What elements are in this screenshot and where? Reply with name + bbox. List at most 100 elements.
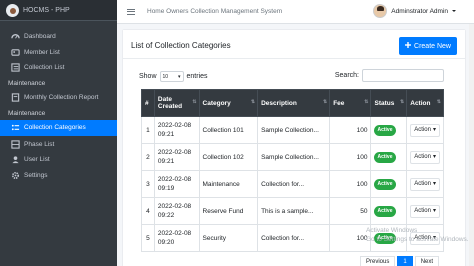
- date-created: 2022-02-08 09:21: [153, 116, 200, 144]
- app-title: Home Owners Collection Management System: [147, 8, 283, 15]
- action-cell: Action ▾: [406, 170, 444, 198]
- sidebar-nav: Dashboard Member List Collection List Ma…: [0, 21, 117, 183]
- category: Reserve Fund: [198, 197, 259, 225]
- chevron-down-icon: ▾: [432, 207, 436, 214]
- pagination-next[interactable]: Next: [414, 256, 440, 266]
- pagination-previous[interactable]: Previous: [360, 256, 396, 266]
- entries-label: entries: [186, 73, 208, 80]
- action-dropdown-button[interactable]: Action ▾: [410, 150, 440, 164]
- column-header-category[interactable]: Category ⇅: [198, 89, 259, 117]
- column-header-number[interactable]: #: [141, 89, 155, 117]
- gear-icon: [11, 171, 20, 180]
- status-cell: Active: [370, 197, 408, 225]
- sort-icon: ⇅: [400, 99, 405, 105]
- sidebar-item-label: Collection Categories: [24, 124, 86, 132]
- sidebar-item-monthly-report[interactable]: Monthly Collection Report: [0, 90, 117, 106]
- row-number: 5: [141, 224, 155, 252]
- row-number: 2: [141, 143, 155, 171]
- search-input[interactable]: [362, 69, 444, 82]
- create-new-button[interactable]: Create New: [399, 37, 457, 55]
- avatar: [373, 4, 388, 18]
- page-title: List of Collection Categories: [131, 41, 231, 50]
- create-new-label: Create New: [414, 42, 451, 50]
- sidebar-item-phase-list[interactable]: Phase List: [0, 137, 117, 153]
- status-cell: Active: [370, 116, 408, 144]
- sort-icon: ⇅: [192, 99, 197, 105]
- category: Maintenance: [198, 170, 259, 198]
- date-created: 2022-02-08 09:20: [153, 224, 200, 252]
- scrollbar[interactable]: [469, 24, 474, 266]
- sort-icon: ⇅: [364, 99, 369, 105]
- sidebar-item-label: Settings: [24, 171, 48, 179]
- table-controls: Show 10 ▾ entries Search:: [139, 69, 444, 83]
- brand-title: HOCMS - PHP: [23, 6, 70, 14]
- list-icon: [11, 63, 20, 72]
- row-number: 4: [141, 197, 155, 225]
- chevron-down-icon: ▾: [178, 73, 181, 80]
- action-dropdown-button[interactable]: Action ▾: [410, 177, 440, 191]
- action-cell: Action ▾: [406, 143, 444, 171]
- action-cell: Action ▾: [406, 197, 444, 225]
- nav-header-maintenance-2: Maintenance: [8, 109, 46, 117]
- entries-select[interactable]: 10 ▾: [159, 71, 184, 82]
- table-header-row: # Date Created ⇅ Category ⇅ Description ⇅ F…: [141, 89, 444, 117]
- activate-windows-watermark: Activate Windows Go to Settings to activ…: [366, 226, 469, 244]
- date-created: 2022-02-08 09:21: [153, 143, 200, 171]
- sort-icon: ⇅: [250, 99, 256, 105]
- status-cell: Active: [370, 170, 408, 198]
- column-header-date[interactable]: Date Created ⇅: [153, 89, 200, 117]
- row-number: 3: [141, 170, 155, 198]
- status-badge: Active: [374, 151, 396, 163]
- page-length-control: Show 10 ▾ entries: [139, 71, 208, 82]
- sidebar-item-label: Member List: [24, 48, 60, 56]
- action-dropdown-button[interactable]: Action ▾: [410, 123, 440, 137]
- action-dropdown-button[interactable]: Action ▾: [410, 204, 440, 218]
- brand-logo: [6, 3, 19, 17]
- dashboard-icon: [11, 32, 20, 41]
- members-icon: [11, 48, 20, 57]
- sort-icon: ⇅: [322, 99, 328, 105]
- user-name: Adminstrator Admin: [391, 7, 448, 15]
- nav-header-maintenance: Maintenance: [8, 80, 46, 87]
- date-created: 2022-02-08 09:22: [153, 197, 200, 225]
- menu-toggle-icon[interactable]: [127, 8, 135, 15]
- user-menu[interactable]: Adminstrator Admin: [373, 4, 456, 18]
- report-icon: [11, 93, 20, 102]
- category: Collection 101: [198, 116, 259, 144]
- status-badge: Active: [374, 178, 396, 190]
- table-row: 4 2022-02-08 09:22 Reserve Fund This is a…: [141, 197, 444, 225]
- status-cell: Active: [370, 143, 408, 171]
- column-header-action[interactable]: Action ⇅: [406, 89, 444, 117]
- column-header-fee[interactable]: Fee ⇅: [329, 89, 372, 117]
- top-navbar: Home Owners Collection Management System…: [117, 0, 474, 24]
- sidebar-item-user-list[interactable]: User List: [0, 152, 117, 168]
- pagination: Previous 1 Next: [360, 256, 440, 266]
- description: Collection for...: [257, 224, 331, 252]
- pagination-page-1[interactable]: 1: [397, 256, 413, 266]
- row-number: 1: [141, 116, 155, 144]
- sidebar-item-dashboard[interactable]: Dashboard: [0, 29, 117, 45]
- status-badge: Active: [374, 205, 396, 217]
- sidebar-item-label: Phase List: [24, 140, 55, 148]
- list-icon: [11, 123, 20, 132]
- table-icon: [11, 140, 20, 149]
- sidebar-item-collection-categories[interactable]: Collection Categories: [0, 120, 117, 136]
- brand[interactable]: HOCMS - PHP: [0, 0, 117, 21]
- table-row: 2 2022-02-08 09:21 Collection 102 Sample …: [141, 143, 444, 171]
- date-created: 2022-02-08 09:19: [153, 170, 200, 198]
- sort-icon: ⇅: [436, 99, 441, 105]
- category: Security: [198, 224, 259, 252]
- description: This is a sample...: [257, 197, 331, 225]
- sidebar-item-member-list[interactable]: Member List: [0, 45, 117, 61]
- users-icon: [11, 155, 20, 164]
- description: Sample Collection...: [257, 143, 331, 171]
- sidebar-item-settings[interactable]: Settings: [0, 168, 117, 184]
- chevron-down-icon: ▾: [432, 180, 436, 187]
- sidebar-item-label: Collection List: [24, 64, 65, 72]
- column-header-status[interactable]: Status ⇅: [370, 89, 408, 117]
- table-row: 1 2022-02-08 09:21 Collection 101 Sample …: [141, 116, 444, 144]
- column-header-description[interactable]: Description ⇅: [257, 89, 331, 117]
- sidebar-item-collection-list[interactable]: Collection List: [0, 60, 117, 76]
- fee: 100: [329, 170, 372, 198]
- plus-icon: [405, 42, 412, 50]
